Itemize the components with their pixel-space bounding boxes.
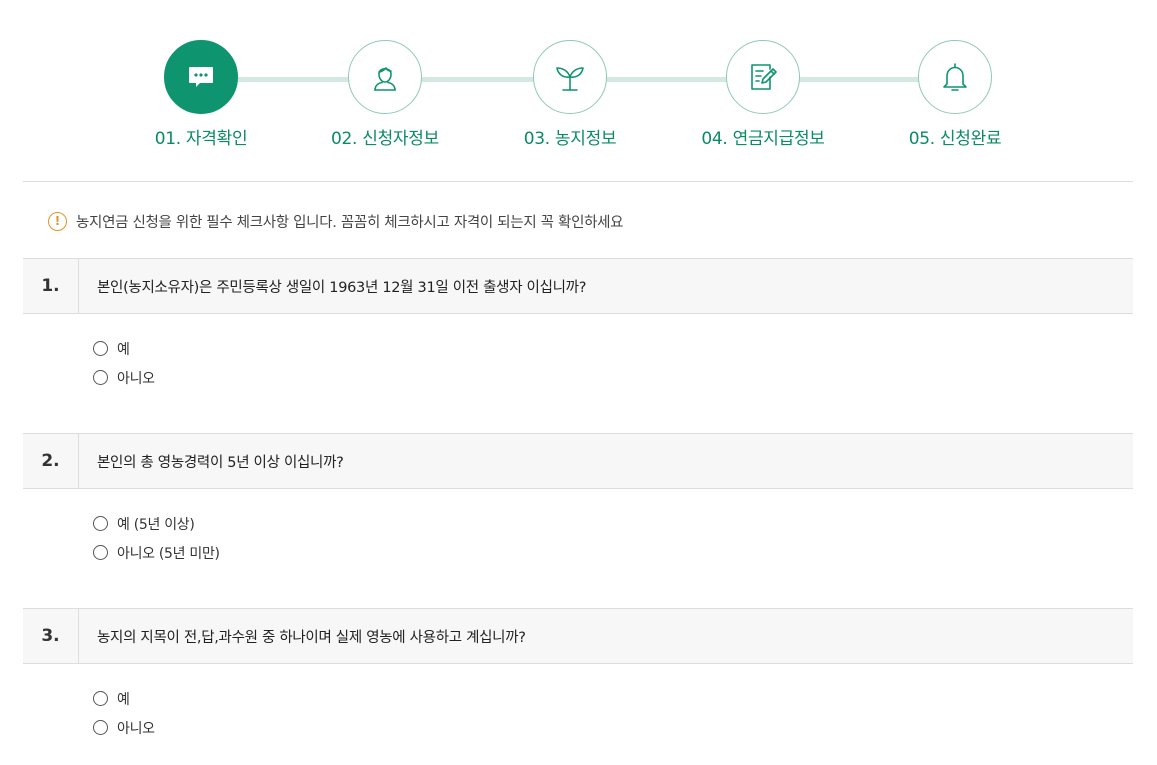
option-label: 아니오 bbox=[117, 720, 155, 737]
sprout-icon bbox=[550, 57, 590, 97]
radio-button[interactable] bbox=[93, 720, 108, 735]
step-3-circle bbox=[533, 40, 607, 114]
option-group: 예 (5년 이상) 아니오 (5년 미만) bbox=[23, 489, 1133, 567]
option-yes[interactable]: 예 (5년 이상) bbox=[93, 509, 1133, 538]
question-text: 본인(농지소유자)은 주민등록상 생일이 1963년 12월 31일 이전 출생… bbox=[97, 279, 587, 296]
step-2-circle bbox=[348, 40, 422, 114]
step-5-circle bbox=[918, 40, 992, 114]
bell-icon bbox=[935, 57, 975, 97]
radio-button[interactable] bbox=[93, 370, 108, 385]
step-connector bbox=[606, 77, 727, 82]
step-1-circle bbox=[164, 40, 238, 114]
question-text: 농지의 지목이 전,답,과수원 중 하나이며 실제 영농에 사용하고 계십니까? bbox=[97, 629, 526, 646]
document-pen-icon bbox=[743, 57, 783, 97]
question-2: 2. 본인의 총 영농경력이 5년 이상 이십니까? 예 (5년 이상) 아니오… bbox=[23, 433, 1133, 567]
question-number: 3. bbox=[23, 609, 79, 663]
user-icon bbox=[365, 57, 405, 97]
question-header: 1. 본인(농지소유자)은 주민등록상 생일이 1963년 12월 31일 이전… bbox=[23, 258, 1133, 314]
step-4-circle bbox=[726, 40, 800, 114]
notice: ! 농지연금 신청을 위한 필수 체크사항 입니다. 꼼꼼히 체크하시고 자격이… bbox=[48, 210, 624, 232]
option-yes[interactable]: 예 bbox=[93, 684, 1133, 713]
option-yes[interactable]: 예 bbox=[93, 334, 1133, 363]
chat-bubble-icon bbox=[181, 57, 221, 97]
notice-text: 농지연금 신청을 위한 필수 체크사항 입니다. 꼼꼼히 체크하시고 자격이 되… bbox=[76, 214, 624, 231]
option-no[interactable]: 아니오 bbox=[93, 363, 1133, 392]
step-connector bbox=[799, 77, 919, 82]
option-no[interactable]: 아니오 (5년 미만) bbox=[93, 538, 1133, 567]
radio-button[interactable] bbox=[93, 545, 108, 560]
option-group: 예 아니오 bbox=[23, 314, 1133, 392]
divider bbox=[23, 181, 1133, 182]
option-label: 예 bbox=[117, 691, 130, 708]
option-group: 예 아니오 bbox=[23, 664, 1133, 742]
step-5-label: 05. 신청완료 bbox=[908, 129, 1002, 149]
step-1-label: 01. 자격확인 bbox=[154, 129, 248, 149]
option-label: 예 bbox=[117, 341, 130, 358]
option-label: 예 (5년 이상) bbox=[117, 516, 195, 533]
progress-stepper: 01. 자격확인 02. 신청자정보 03. 농지정보 04. 연금지급정보 0… bbox=[0, 0, 1157, 182]
step-2-label: 02. 신청자정보 bbox=[331, 129, 439, 149]
question-header: 3. 농지의 지목이 전,답,과수원 중 하나이며 실제 영농에 사용하고 계십… bbox=[23, 608, 1133, 664]
radio-button[interactable] bbox=[93, 691, 108, 706]
step-4-label: 04. 연금지급정보 bbox=[701, 129, 825, 149]
question-number: 1. bbox=[23, 259, 79, 313]
step-connector bbox=[237, 77, 349, 82]
question-header: 2. 본인의 총 영농경력이 5년 이상 이십니까? bbox=[23, 433, 1133, 489]
option-label: 아니오 (5년 미만) bbox=[117, 545, 220, 562]
step-connector bbox=[421, 77, 535, 82]
option-no[interactable]: 아니오 bbox=[93, 713, 1133, 742]
option-label: 아니오 bbox=[117, 370, 155, 387]
step-3-label: 03. 농지정보 bbox=[523, 129, 617, 149]
radio-button[interactable] bbox=[93, 341, 108, 356]
question-1: 1. 본인(농지소유자)은 주민등록상 생일이 1963년 12월 31일 이전… bbox=[23, 258, 1133, 392]
question-3: 3. 농지의 지목이 전,답,과수원 중 하나이며 실제 영농에 사용하고 계십… bbox=[23, 608, 1133, 742]
exclamation-circle-icon: ! bbox=[48, 211, 67, 231]
radio-button[interactable] bbox=[93, 516, 108, 531]
question-number: 2. bbox=[23, 434, 79, 488]
question-text: 본인의 총 영농경력이 5년 이상 이십니까? bbox=[97, 454, 344, 471]
